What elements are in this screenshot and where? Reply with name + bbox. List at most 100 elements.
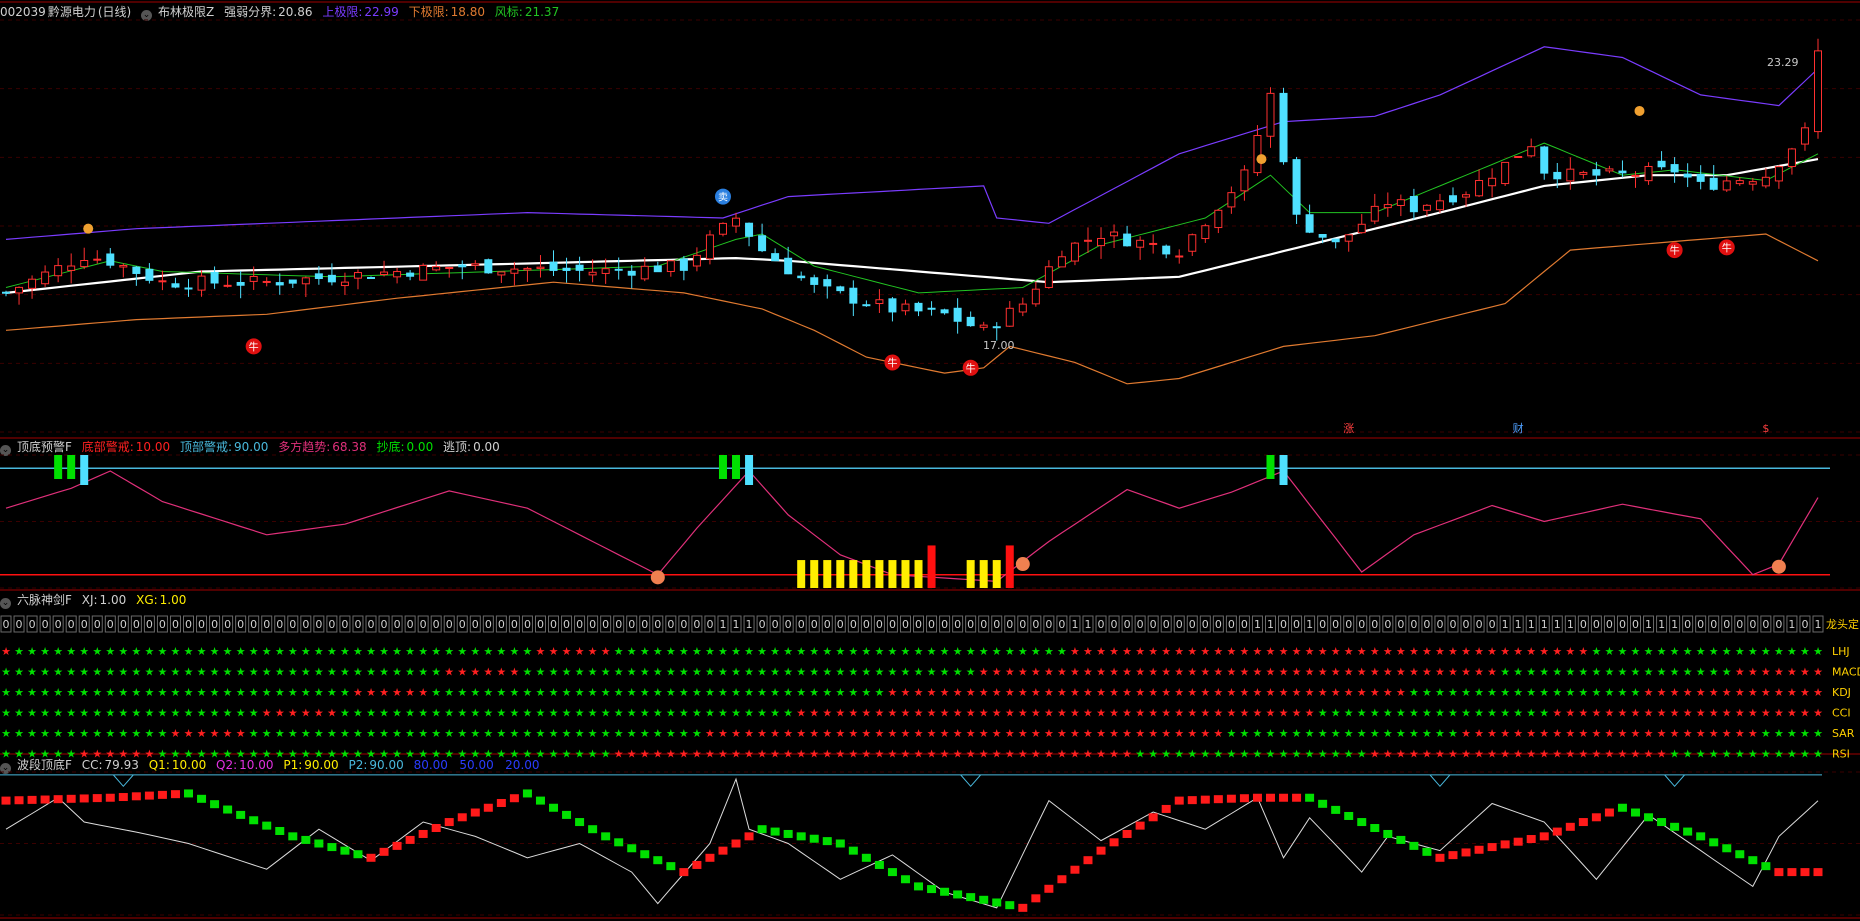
indicator-star: ★: [105, 645, 115, 658]
indicator-star: ★: [888, 666, 898, 679]
wave-block: [366, 853, 376, 862]
wave-block: [92, 794, 102, 803]
candle-body: [393, 271, 402, 278]
indicator-star: ★: [1487, 707, 1497, 720]
indicator-star: ★: [1005, 666, 1015, 679]
candle-body: [210, 271, 219, 284]
indicator-star: ★: [444, 666, 454, 679]
indicator-star: ★: [953, 748, 963, 761]
candle-body: [1292, 159, 1301, 215]
candle-body: [301, 277, 310, 285]
indicator-star: ★: [1526, 645, 1536, 658]
indicator-star: ★: [509, 727, 519, 740]
wave-block: [640, 850, 650, 859]
indicator-star: ★: [249, 645, 259, 658]
indicator-star: ★: [1070, 748, 1080, 761]
indicator-star: ★: [1500, 727, 1510, 740]
indicator-star: ★: [1709, 666, 1719, 679]
candle-body: [1592, 169, 1601, 176]
indicator-star: ★: [66, 748, 76, 761]
wave-block: [1630, 808, 1640, 817]
indicator-star: ★: [549, 645, 559, 658]
signal-cell-value: 0: [1580, 618, 1587, 631]
indicator-star: ★: [1396, 686, 1406, 699]
indicator-star: ★: [1083, 748, 1093, 761]
indicator-star: ★: [171, 686, 181, 699]
wave-block: [692, 860, 702, 869]
signal-cell-value: 1: [1267, 618, 1274, 631]
signal-cell-value: 0: [1801, 618, 1808, 631]
event-marker[interactable]: 涨: [1343, 422, 1354, 435]
indicator-star: ★: [1787, 666, 1797, 679]
signal-cell-value: 0: [1476, 618, 1483, 631]
indicator-star: ★: [1318, 686, 1328, 699]
indicator-star: ★: [197, 645, 207, 658]
indicator-star: ★: [1161, 645, 1171, 658]
indicator-star: ★: [1, 645, 11, 658]
indicator-star: ★: [1305, 645, 1315, 658]
indicator-star: ★: [549, 727, 559, 740]
top-alert-bar: [1279, 455, 1288, 485]
candle-body: [1162, 245, 1171, 255]
indicator-star: ★: [927, 645, 937, 658]
candle-body: [1696, 173, 1705, 182]
indicator-star: ★: [1618, 645, 1628, 658]
candle-body: [314, 273, 323, 279]
indicator-star: ★: [1631, 707, 1641, 720]
signal-cell-value: 0: [928, 618, 935, 631]
indicator-star: ★: [861, 748, 871, 761]
candle-body: [158, 280, 167, 283]
indicator-star: ★: [262, 748, 272, 761]
indicator-star: ★: [1057, 727, 1067, 740]
indicator-star: ★: [1591, 727, 1601, 740]
event-marker[interactable]: $: [1762, 422, 1769, 435]
indicator-star: ★: [1644, 645, 1654, 658]
signal-cell-value: 0: [1463, 618, 1470, 631]
indicator-star: ★: [1396, 666, 1406, 679]
indicator-star: ★: [1461, 748, 1471, 761]
indicator-star: ★: [966, 707, 976, 720]
stock-chart[interactable]: 牛牛 牛牛 牛卖涨财 $ 000000000000000000000000000000…: [0, 0, 1860, 921]
candle-body: [340, 281, 349, 287]
indicator-star: ★: [1253, 686, 1263, 699]
wave-block: [1, 796, 11, 805]
candle-body: [367, 276, 376, 279]
indicator-star: ★: [418, 645, 428, 658]
indicator-star: ★: [144, 707, 154, 720]
event-marker[interactable]: 财: [1513, 421, 1524, 435]
indicator-star: ★: [1552, 707, 1562, 720]
wave-block: [1031, 894, 1041, 903]
indicator-star: ★: [40, 748, 50, 761]
indicator-star: ★: [705, 707, 715, 720]
indicator-star: ★: [1539, 748, 1549, 761]
indicator-star: ★: [509, 686, 519, 699]
indicator-star: ★: [79, 645, 89, 658]
indicator-star: ★: [353, 727, 363, 740]
indicator-star: ★: [1239, 748, 1249, 761]
indicator-star: ★: [1722, 645, 1732, 658]
wave-block: [1500, 840, 1510, 849]
indicator-star: ★: [1057, 707, 1067, 720]
wave-block: [1070, 865, 1080, 874]
indicator-star: ★: [1148, 645, 1158, 658]
indicator-star: ★: [992, 727, 1002, 740]
indicator-star: ★: [496, 727, 506, 740]
indicator-star: ★: [431, 666, 441, 679]
signal-cell-value: 0: [1710, 618, 1717, 631]
wave-block: [1422, 847, 1432, 856]
indicator-star: ★: [118, 666, 128, 679]
indicator-star: ★: [1526, 748, 1536, 761]
indicator-star: ★: [770, 645, 780, 658]
wave-block: [718, 846, 728, 855]
indicator-star: ★: [444, 748, 454, 761]
candle-body: [28, 278, 37, 289]
indicator-star: ★: [53, 707, 63, 720]
indicator-star: ★: [131, 727, 141, 740]
bottom-alert-bar: [862, 560, 871, 588]
indicator-star: ★: [457, 748, 467, 761]
indicator-star: ★: [483, 707, 493, 720]
signal-cell-value: 0: [941, 618, 948, 631]
indicator-star: ★: [940, 645, 950, 658]
signal-cell-value: 0: [759, 618, 766, 631]
indicator-star: ★: [157, 645, 167, 658]
